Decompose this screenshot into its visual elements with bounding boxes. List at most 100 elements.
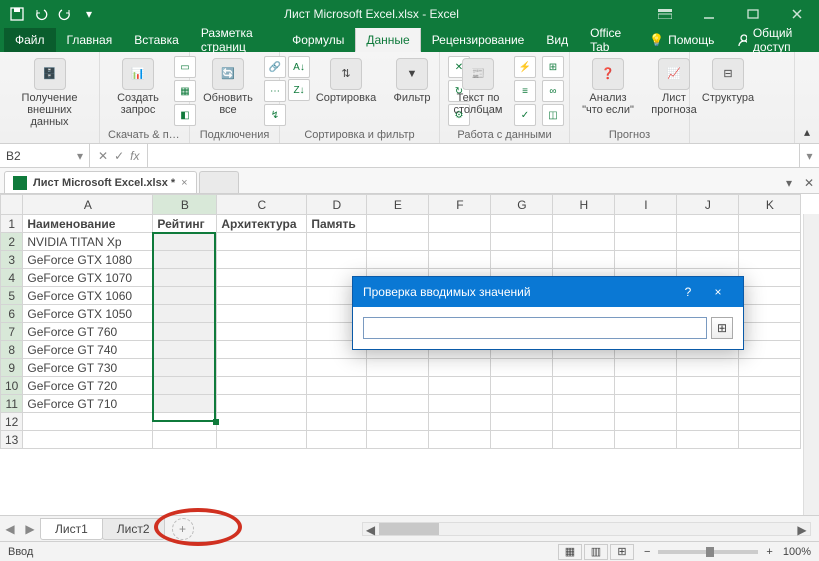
cell-E13[interactable] <box>367 431 429 449</box>
col-header-K[interactable]: K <box>739 195 801 215</box>
enter-formula-icon[interactable]: ✓ <box>114 149 124 163</box>
cell-D2[interactable] <box>307 233 367 251</box>
cell-J3[interactable] <box>677 251 739 269</box>
expand-formula-bar-icon[interactable]: ▾ <box>799 144 819 167</box>
tab-menu-icon[interactable]: ▾ <box>779 173 799 193</box>
minimize-icon[interactable] <box>687 0 731 28</box>
cell-G12[interactable] <box>491 413 553 431</box>
cell-J11[interactable] <box>677 395 739 413</box>
cell-A3[interactable]: GeForce GTX 1080 <box>23 251 153 269</box>
sheet-nav-prev-icon[interactable]: ◀ <box>0 522 20 536</box>
cell-J10[interactable] <box>677 377 739 395</box>
remove-duplicates-button[interactable]: ≡ <box>514 80 536 102</box>
tab-home[interactable]: Главная <box>56 28 124 52</box>
zoom-level[interactable]: 100% <box>783 546 811 558</box>
col-header-F[interactable]: F <box>429 195 491 215</box>
cell-B12[interactable] <box>153 413 217 431</box>
cell-D3[interactable] <box>307 251 367 269</box>
tab-review[interactable]: Рецензирование <box>421 28 536 52</box>
page-break-view-icon[interactable]: ⊞ <box>610 544 634 560</box>
cell-E12[interactable] <box>367 413 429 431</box>
cell-K9[interactable] <box>739 359 801 377</box>
col-header-E[interactable]: E <box>367 195 429 215</box>
row-header-4[interactable]: 4 <box>1 269 23 287</box>
row-header-11[interactable]: 11 <box>1 395 23 413</box>
col-header-J[interactable]: J <box>677 195 739 215</box>
close-icon[interactable] <box>775 0 819 28</box>
cell-A2[interactable]: NVIDIA TITAN Xp <box>23 233 153 251</box>
cell-K7[interactable] <box>739 323 801 341</box>
cell-C3[interactable] <box>217 251 307 269</box>
save-icon[interactable] <box>6 3 28 25</box>
cell-B13[interactable] <box>153 431 217 449</box>
sort-button[interactable]: ⇅Сортировка <box>316 56 376 104</box>
cell-G2[interactable] <box>491 233 553 251</box>
cell-F9[interactable] <box>429 359 491 377</box>
vertical-scrollbar[interactable] <box>803 214 819 515</box>
cell-A10[interactable]: GeForce GT 720 <box>23 377 153 395</box>
cell-B6[interactable] <box>153 305 217 323</box>
cell-E1[interactable] <box>367 215 429 233</box>
cell-H3[interactable] <box>553 251 615 269</box>
sort-za-button[interactable]: Z↓ <box>288 79 310 101</box>
col-header-B[interactable]: B <box>153 195 217 215</box>
cell-C4[interactable] <box>217 269 307 287</box>
refresh-all-button[interactable]: 🔄Обновить все <box>198 56 258 116</box>
cell-A9[interactable]: GeForce GT 730 <box>23 359 153 377</box>
cell-A8[interactable]: GeForce GT 740 <box>23 341 153 359</box>
cell-H10[interactable] <box>553 377 615 395</box>
row-header-6[interactable]: 6 <box>1 305 23 323</box>
data-validation-button[interactable]: ✓ <box>514 104 536 126</box>
consolidate-button[interactable]: ⊞ <box>542 56 564 78</box>
cell-B2[interactable] <box>153 233 217 251</box>
row-header-12[interactable]: 12 <box>1 413 23 431</box>
cell-H13[interactable] <box>553 431 615 449</box>
collapse-ribbon-icon[interactable]: ▴ <box>795 52 819 143</box>
cell-G9[interactable] <box>491 359 553 377</box>
cell-H12[interactable] <box>553 413 615 431</box>
cell-G11[interactable] <box>491 395 553 413</box>
cell-F12[interactable] <box>429 413 491 431</box>
cell-C12[interactable] <box>217 413 307 431</box>
cell-A5[interactable]: GeForce GTX 1060 <box>23 287 153 305</box>
cell-I2[interactable] <box>615 233 677 251</box>
col-header-H[interactable]: H <box>553 195 615 215</box>
cell-J1[interactable] <box>677 215 739 233</box>
cell-D10[interactable] <box>307 377 367 395</box>
row-header-13[interactable]: 13 <box>1 431 23 449</box>
add-sheet-icon[interactable]: + <box>172 518 194 540</box>
cell-A12[interactable] <box>23 413 153 431</box>
flash-fill-button[interactable]: ⚡ <box>514 56 536 78</box>
cell-C8[interactable] <box>217 341 307 359</box>
cell-D9[interactable] <box>307 359 367 377</box>
cell-F11[interactable] <box>429 395 491 413</box>
cell-B1[interactable]: Рейтинг <box>153 215 217 233</box>
cell-A4[interactable]: GeForce GTX 1070 <box>23 269 153 287</box>
cancel-formula-icon[interactable]: ✕ <box>98 149 108 163</box>
row-header-1[interactable]: 1 <box>1 215 23 233</box>
dialog-range-input[interactable] <box>363 317 707 339</box>
cell-B5[interactable] <box>153 287 217 305</box>
cell-J9[interactable] <box>677 359 739 377</box>
cell-F10[interactable] <box>429 377 491 395</box>
page-layout-view-icon[interactable]: ▥ <box>584 544 608 560</box>
cell-K6[interactable] <box>739 305 801 323</box>
new-query-button[interactable]: 📊Создать запрос <box>108 56 168 116</box>
cell-K12[interactable] <box>739 413 801 431</box>
cell-K4[interactable] <box>739 269 801 287</box>
cell-E11[interactable] <box>367 395 429 413</box>
tab-formulas[interactable]: Формулы <box>281 28 355 52</box>
cell-G13[interactable] <box>491 431 553 449</box>
cell-K11[interactable] <box>739 395 801 413</box>
cell-J12[interactable] <box>677 413 739 431</box>
share-button[interactable]: Общий доступ <box>725 28 819 52</box>
tab-view[interactable]: Вид <box>535 28 579 52</box>
cell-H2[interactable] <box>553 233 615 251</box>
cell-B3[interactable] <box>153 251 217 269</box>
cell-K10[interactable] <box>739 377 801 395</box>
undo-icon[interactable] <box>30 3 52 25</box>
cell-F2[interactable] <box>429 233 491 251</box>
cell-I13[interactable] <box>615 431 677 449</box>
name-box[interactable]: B2▾ <box>0 144 90 167</box>
workbook-tab-active[interactable]: Лист Microsoft Excel.xlsx * × <box>4 171 197 193</box>
